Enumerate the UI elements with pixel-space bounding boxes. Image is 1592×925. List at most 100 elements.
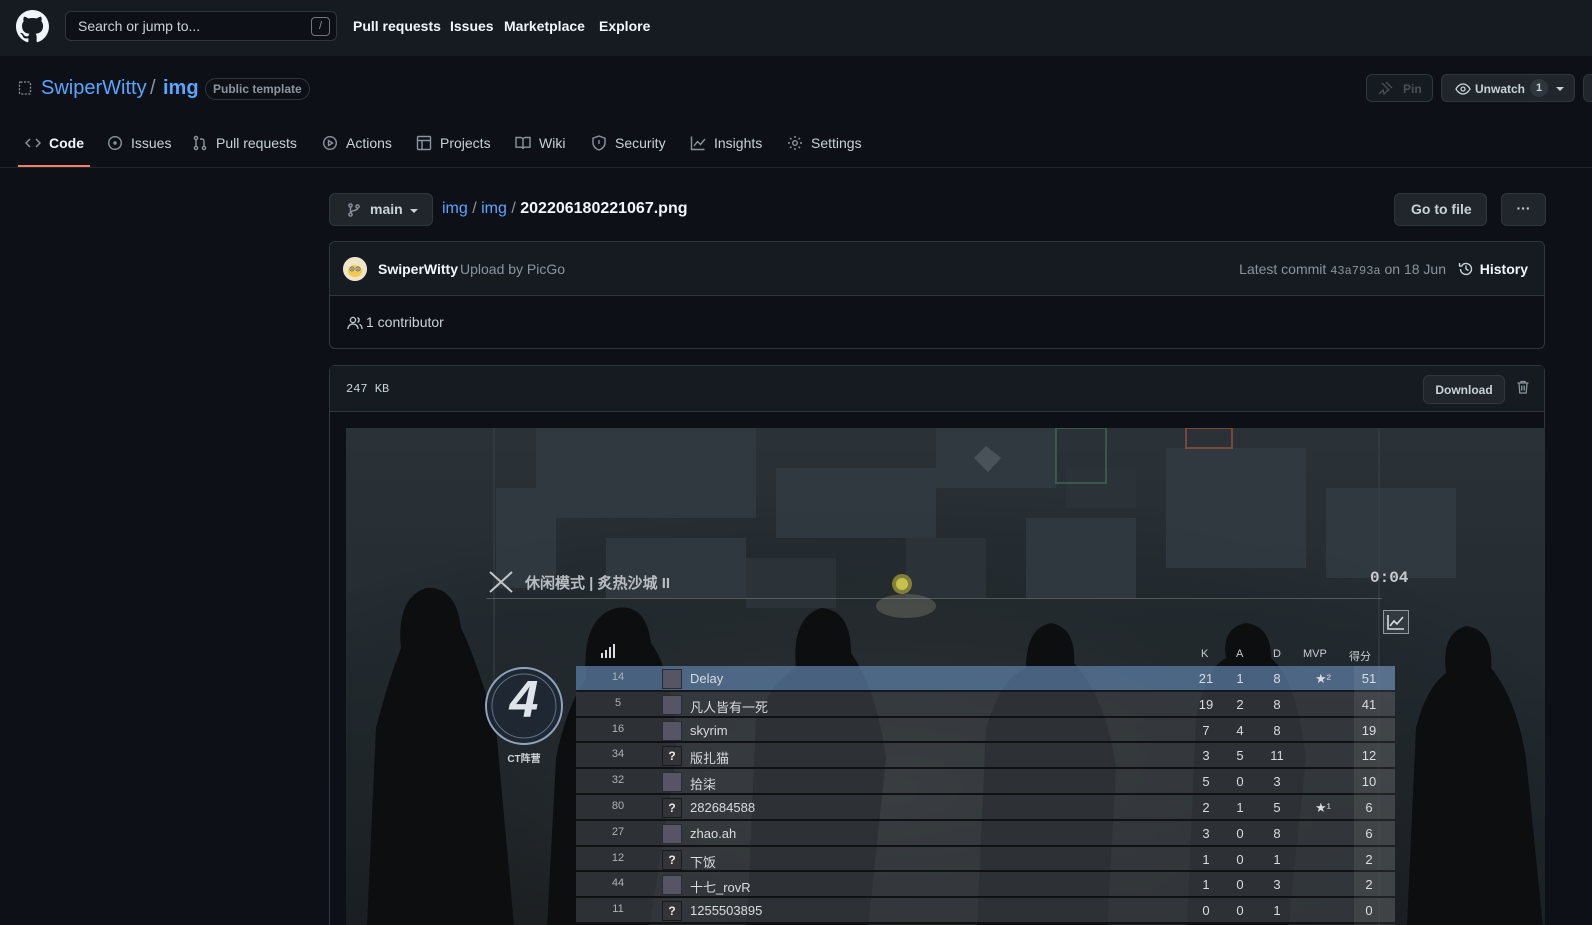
tab-label: Projects [440, 135, 491, 151]
breadcrumb: img / img / 202206180221067.png [442, 200, 688, 218]
star-button[interactable] [1583, 74, 1592, 102]
player-name: 下饭 [690, 854, 717, 870]
latest-commit-info: Latest commit 43a793a on 18 Jun [1239, 261, 1446, 278]
scoreboard-row[interactable]: 44 十七_rovR 1 0 3 2 [576, 872, 1395, 899]
commit-date: on 18 Jun [1384, 261, 1447, 277]
breadcrumb-repo-link[interactable]: img [442, 200, 468, 217]
player-assists: 0 [1236, 851, 1244, 867]
header-divider [486, 598, 1382, 599]
go-to-file-button[interactable]: Go to file [1394, 193, 1487, 226]
trash-icon[interactable] [1515, 379, 1531, 395]
player-ping: 12 [611, 851, 625, 864]
nav-pull-requests[interactable]: Pull requests [353, 18, 441, 34]
repo-owner-link[interactable]: SwiperWitty [41, 77, 147, 100]
player-name: 拾柒 [690, 777, 717, 793]
player-assists: 4 [1236, 722, 1244, 738]
pin-icon [1378, 81, 1393, 96]
branch-select-button[interactable]: main [329, 193, 433, 226]
scoreboard-row[interactable]: 16 skyrim 7 4 8 19 [576, 717, 1395, 744]
history-label: History [1479, 261, 1528, 277]
commit-message[interactable]: Upload by PicGo [460, 261, 565, 277]
nav-explore[interactable]: Explore [599, 18, 650, 34]
pull-request-icon [193, 135, 207, 151]
scoreboard-row[interactable]: 12? 下饭 1 0 1 2 [576, 846, 1395, 873]
player-assists: 2 [1236, 696, 1244, 712]
commit-sha-link[interactable]: 43a793a [1330, 264, 1380, 278]
player-deaths: 1 [1273, 851, 1281, 867]
player-name: 十七_rovR [690, 880, 751, 896]
search-placeholder: Search or jump to... [78, 18, 201, 34]
player-deaths: 8 [1273, 671, 1281, 686]
breadcrumb-folder-link[interactable]: img [481, 200, 507, 217]
player-deaths: 5 [1273, 799, 1281, 815]
unwatch-button[interactable]: Unwatch 1 [1441, 74, 1575, 102]
player-deaths: 1 [1273, 903, 1281, 919]
pin-button[interactable]: Pin [1366, 74, 1433, 102]
pin-label: Pin [1403, 82, 1422, 96]
scoreboard-row[interactable]: 32 拾柒 5 0 3 10 [576, 769, 1395, 795]
player-assists: 0 [1236, 903, 1244, 919]
player-avatar [662, 823, 682, 844]
breadcrumb-file-name: 202206180221067.png [520, 200, 688, 217]
header-mvp: MVP [1303, 648, 1327, 660]
commit-author-link[interactable]: SwiperWitty [378, 261, 458, 277]
ping-signal-icon [601, 644, 615, 658]
player-avatar: ? [662, 746, 682, 767]
scoreboard-row[interactable]: 27 zhao.ah 3 0 8 6 [576, 820, 1395, 847]
header-deaths: D [1273, 648, 1281, 660]
player-avatar [662, 694, 682, 715]
team-label: CT阵营 [507, 754, 541, 765]
nav-marketplace[interactable]: Marketplace [504, 18, 585, 34]
more-options-button[interactable]: ··· [1501, 193, 1546, 226]
search-shortcut-key: / [311, 17, 330, 36]
scoreboard-row[interactable]: 5 凡人皆有一死 19 2 8 41 [576, 691, 1395, 718]
github-logo-icon[interactable] [16, 10, 49, 43]
player-kills: 1 [1202, 851, 1210, 867]
player-name: 版扎猫 [690, 751, 730, 767]
repo-path-separator: / [150, 77, 156, 99]
game-mode-title: 休闲模式 | 炙热沙城 II [525, 575, 671, 592]
breadcrumb-separator: / [472, 200, 482, 217]
player-deaths: 11 [1270, 748, 1284, 764]
player-ping: 34 [611, 748, 625, 761]
player-name: 1255503895 [690, 903, 763, 919]
player-avatar [662, 669, 682, 689]
player-assists: 1 [1236, 671, 1244, 686]
player-avatar [662, 772, 682, 793]
download-label: Download [1435, 383, 1493, 397]
go-to-file-label: Go to file [1411, 201, 1472, 217]
player-assists: 1 [1236, 799, 1244, 815]
player-avatar: ? [662, 849, 682, 870]
repo-name-link[interactable]: img [163, 77, 199, 100]
scoreboard-row[interactable]: 11? 1255503895 0 0 1 0 [576, 898, 1395, 924]
chart-line-icon [1387, 615, 1404, 630]
git-branch-icon [348, 203, 360, 217]
player-avatar [662, 720, 682, 741]
player-deaths: 8 [1273, 722, 1281, 738]
scoreboard-row[interactable]: 14 Delay 21 1 8 ★² 51 [576, 666, 1395, 692]
stats-chart-button[interactable] [1383, 610, 1409, 634]
search-input[interactable]: Search or jump to... / [65, 11, 337, 41]
avatar[interactable] [343, 257, 367, 281]
player-deaths: 3 [1273, 877, 1281, 893]
latest-commit-prefix: Latest commit [1239, 261, 1327, 277]
history-icon [1458, 262, 1472, 276]
global-header: Search or jump to... / Pull requests Iss… [0, 0, 1592, 56]
player-kills: 7 [1202, 722, 1210, 738]
player-kills: 2 [1202, 799, 1210, 815]
player-name: zhao.ah [690, 825, 737, 841]
player-kills: 19 [1198, 696, 1214, 712]
history-link[interactable]: History [1458, 261, 1528, 277]
download-button[interactable]: Download [1423, 375, 1505, 404]
scoreboard-row[interactable]: 34? 版扎猫 3 5 11 12 [576, 743, 1395, 770]
issue-icon [107, 135, 123, 151]
nav-issues[interactable]: Issues [450, 18, 494, 34]
player-name: 282684588 [690, 799, 756, 815]
tab-label: Code [49, 135, 84, 151]
player-ping: 16 [611, 722, 625, 735]
eye-icon [1455, 83, 1471, 95]
code-icon [25, 138, 41, 148]
team-round-score: 4 [509, 671, 539, 729]
player-ping: 5 [614, 696, 622, 709]
scoreboard-row[interactable]: 80? 282684588 2 1 5 ★¹ 6 [576, 794, 1395, 821]
